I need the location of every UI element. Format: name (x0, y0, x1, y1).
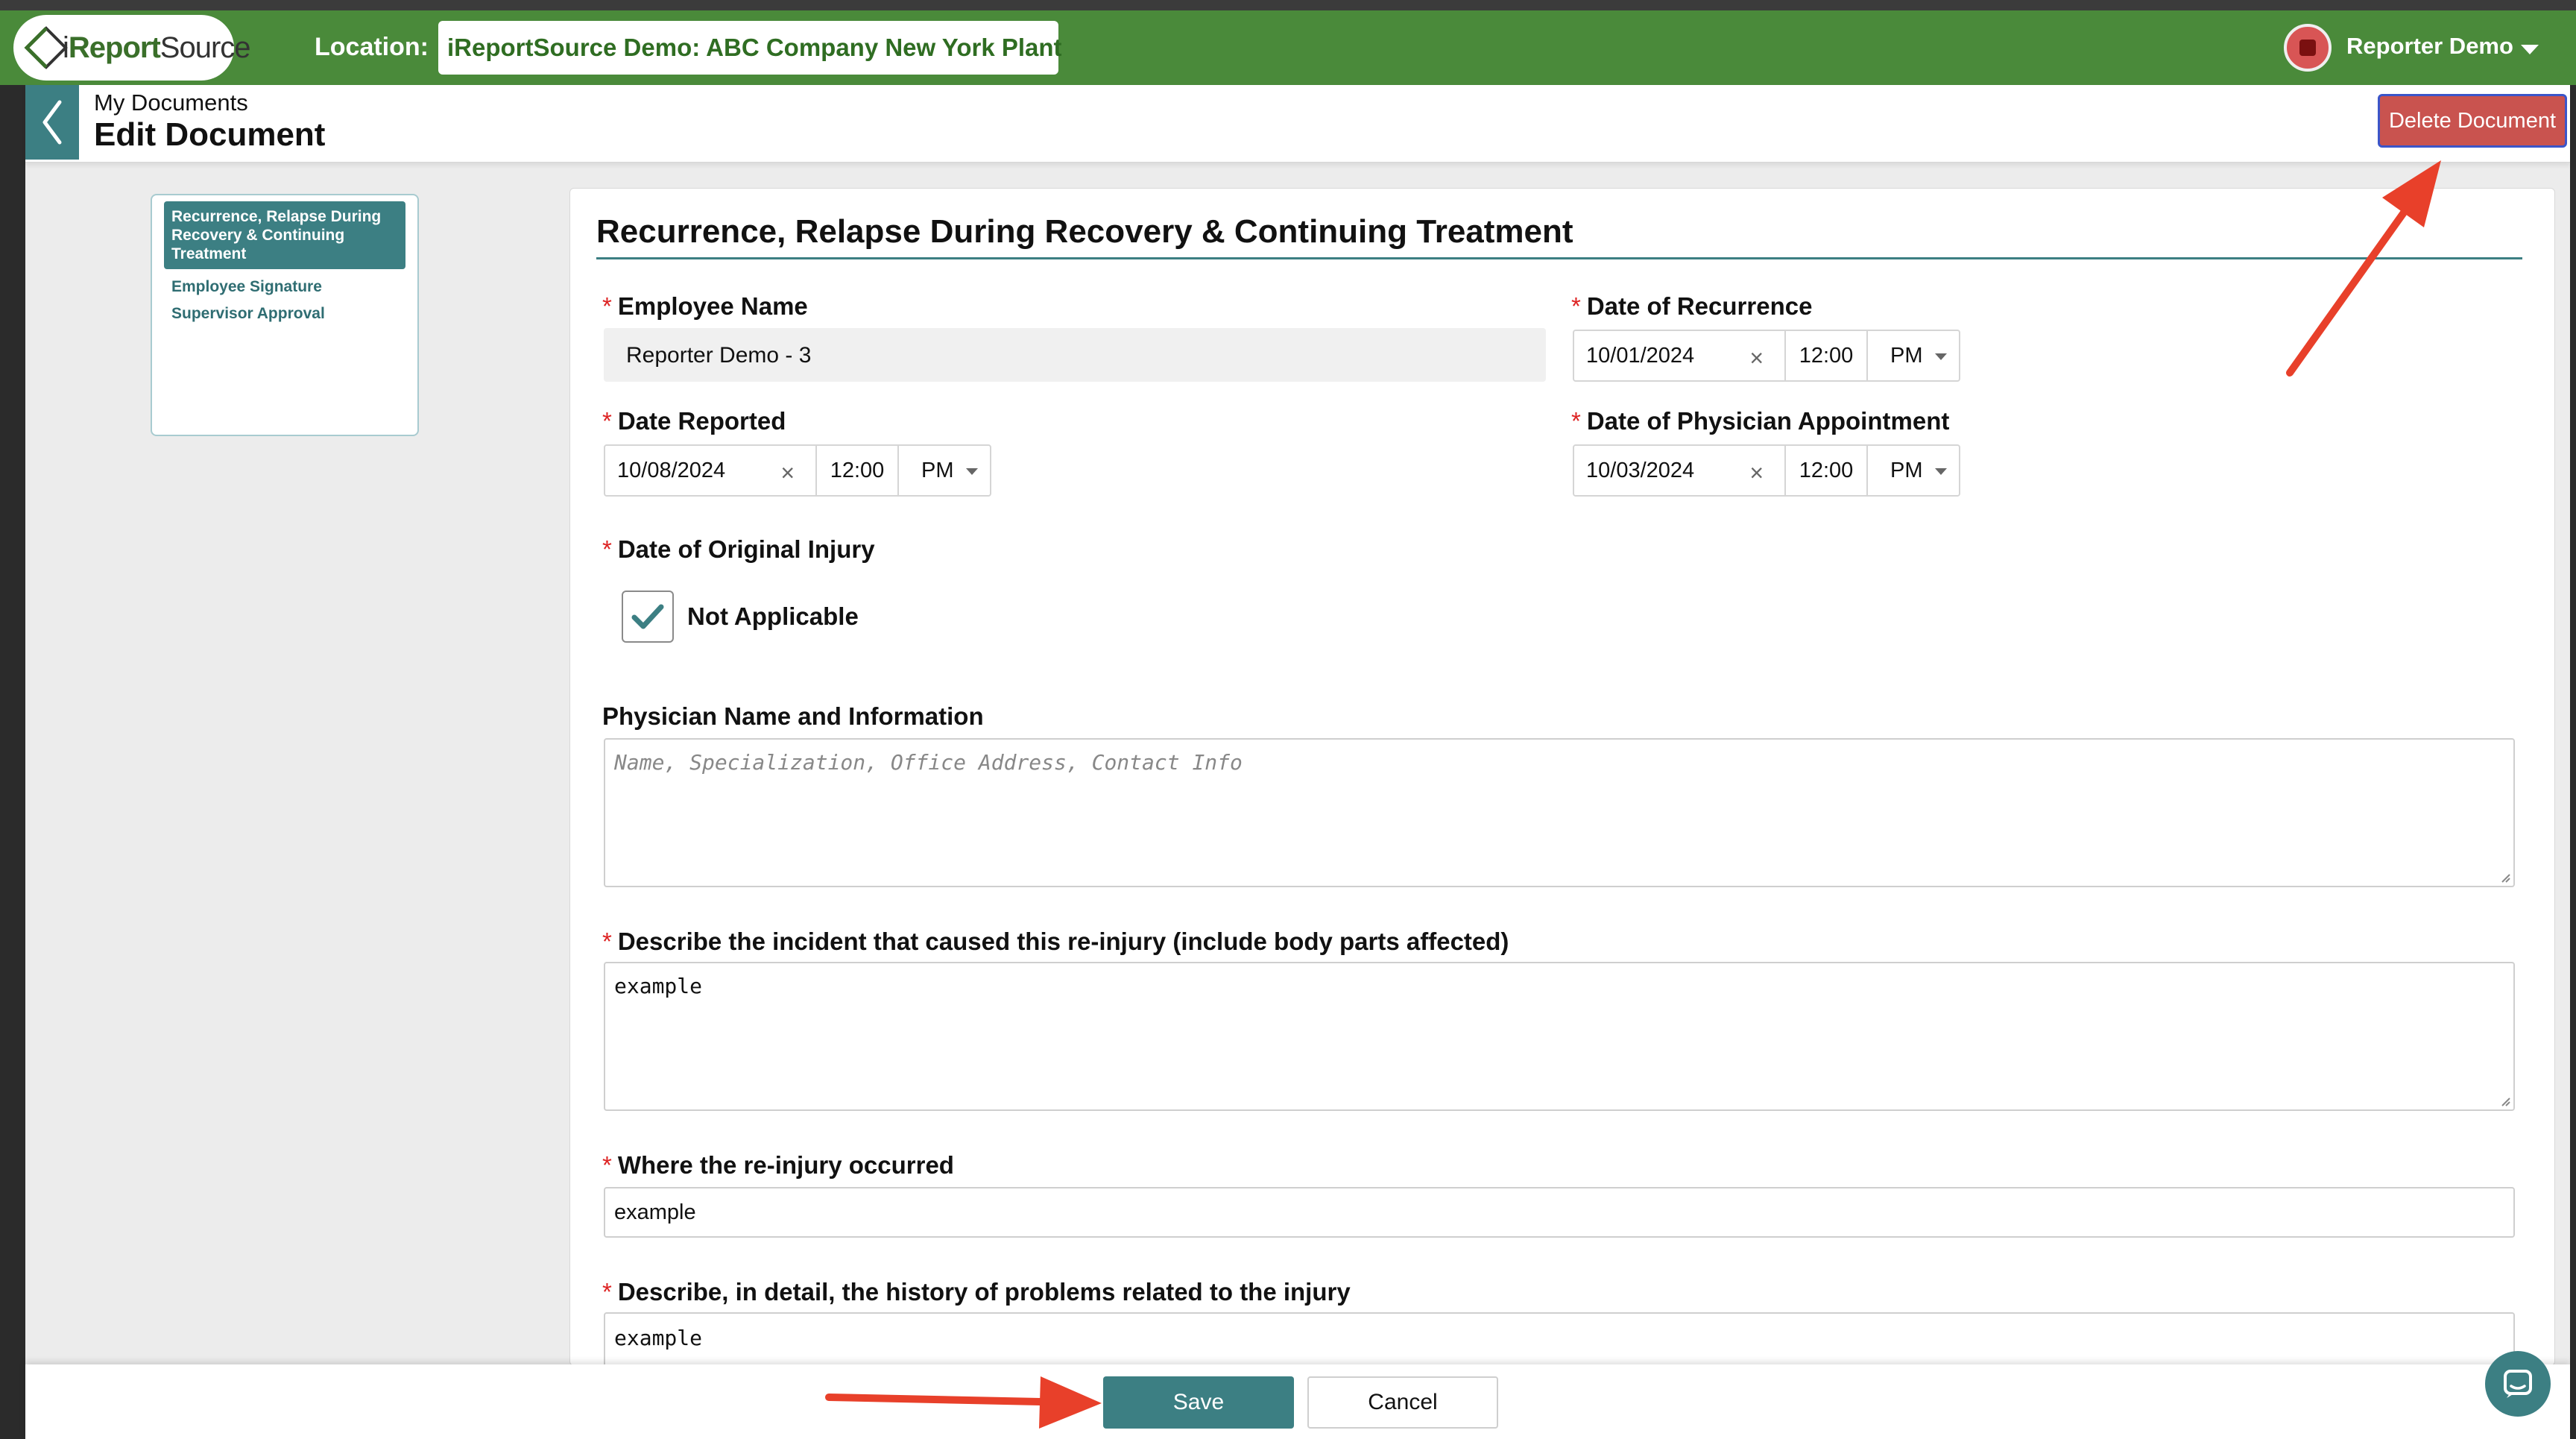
resize-handle-icon[interactable] (2498, 1095, 2510, 1106)
breadcrumb[interactable]: My Documents (94, 89, 248, 116)
date-recurrence-picker: 10/01/2024 × 12:00 PM (1573, 330, 1960, 382)
required-asterisk: * (602, 292, 612, 320)
physician-info-label: Physician Name and Information (602, 702, 984, 730)
date-physician-ampm-value: PM (1890, 458, 1923, 482)
dropdown-caret-icon (966, 468, 978, 475)
clear-date-icon[interactable]: × (1749, 344, 1764, 372)
top-bar: iReportSource Location: iReportSource De… (0, 10, 2576, 85)
user-avatar[interactable] (2284, 24, 2332, 72)
clear-date-icon[interactable]: × (1749, 459, 1764, 487)
chevron-left-icon (42, 100, 62, 145)
physician-info-textarea[interactable]: Name, Specialization, Office Address, Co… (604, 738, 2515, 887)
required-asterisk: * (602, 1151, 612, 1179)
history-label-text: Describe, in detail, the history of prob… (617, 1278, 1351, 1306)
location-selector[interactable]: iReportSource Demo: ABC Company New York… (438, 21, 1062, 75)
logo-text-report: Report (68, 31, 161, 64)
date-reported-date-input[interactable]: 10/08/2024 × (605, 446, 817, 495)
reinjury-location-input[interactable]: example (604, 1187, 2515, 1238)
date-reported-time-input[interactable]: 12:00 (817, 446, 899, 495)
date-reported-date-value: 10/08/2024 (617, 458, 726, 482)
date-recurrence-time-input[interactable]: 12:00 (1786, 331, 1868, 380)
required-asterisk: * (602, 407, 612, 435)
page-header: My Documents Edit Document Delete Docume… (25, 85, 2570, 163)
dropdown-caret-icon (1935, 468, 1947, 475)
logo-text: iReportSource (63, 31, 251, 65)
location-label: Location: (315, 33, 429, 61)
date-recurrence-label-text: Date of Recurrence (1586, 292, 1813, 320)
date-physician-time-input[interactable]: 12:00 (1786, 446, 1868, 495)
date-physician-picker: 10/03/2024 × 12:00 PM (1573, 444, 1960, 497)
required-asterisk: * (1571, 407, 1581, 435)
window-top-edge (0, 0, 2576, 10)
save-button[interactable]: Save (1103, 1376, 1294, 1429)
chat-support-button[interactable] (2485, 1351, 2551, 1417)
date-recurrence-label: * Date of Recurrence (1571, 292, 1812, 321)
section-nav-item-recurrence[interactable]: Recurrence, Relapse During Recovery & Co… (164, 201, 405, 269)
date-reported-ampm-select[interactable]: PM (899, 446, 990, 495)
date-reported-label-text: Date Reported (617, 407, 786, 435)
incident-description-label-text: Describe the incident that caused this r… (617, 928, 1509, 955)
date-recurrence-ampm-select[interactable]: PM (1868, 331, 1959, 380)
logo-diamond-icon (24, 25, 69, 70)
chat-icon (2504, 1370, 2532, 1398)
date-physician-label: * Date of Physician Appointment (1571, 407, 1949, 435)
date-recurrence-date-input[interactable]: 10/01/2024 × (1574, 331, 1786, 380)
page-title: Edit Document (94, 116, 326, 153)
date-reported-label: * Date Reported (602, 407, 786, 435)
history-label: * Describe, in detail, the history of pro… (602, 1278, 1351, 1306)
checkmark-icon (631, 604, 664, 629)
avatar-figure-icon (2299, 40, 2316, 56)
window-left-edge (0, 10, 25, 1439)
section-divider (596, 257, 2522, 259)
incident-description-label: * Describe the incident that caused this … (602, 928, 1509, 956)
logo-text-source: Source (160, 31, 251, 64)
section-nav-item-supervisor-approval[interactable]: Supervisor Approval (164, 296, 405, 323)
employee-name-field: Reporter Demo - 3 (604, 328, 1546, 382)
required-asterisk: * (602, 1278, 612, 1306)
required-asterisk: * (602, 535, 612, 563)
date-original-injury-label-text: Date of Original Injury (617, 535, 875, 563)
reinjury-location-label: * Where the re-injury occurred (602, 1151, 954, 1180)
cancel-button[interactable]: Cancel (1307, 1376, 1498, 1429)
action-footer (25, 1364, 2570, 1439)
date-recurrence-date-value: 10/01/2024 (1586, 343, 1695, 368)
delete-document-button[interactable]: Delete Document (2378, 94, 2567, 148)
date-physician-date-input[interactable]: 10/03/2024 × (1574, 446, 1786, 495)
date-physician-ampm-select[interactable]: PM (1868, 446, 1959, 495)
required-asterisk: * (1571, 292, 1581, 320)
clear-date-icon[interactable]: × (780, 459, 795, 487)
back-button[interactable] (25, 85, 79, 160)
date-original-injury-label: * Date of Original Injury (602, 535, 875, 564)
employee-name-label: * Employee Name (602, 292, 808, 321)
user-menu-name[interactable]: Reporter Demo (2346, 33, 2513, 60)
date-reported-ampm-value: PM (921, 458, 954, 482)
reinjury-location-label-text: Where the re-injury occurred (617, 1151, 954, 1179)
resize-handle-icon[interactable] (2498, 871, 2510, 883)
incident-description-textarea[interactable]: example (604, 962, 2515, 1111)
date-reported-picker: 10/08/2024 × 12:00 PM (604, 444, 991, 497)
section-nav: Recurrence, Relapse During Recovery & Co… (151, 194, 419, 436)
date-physician-label-text: Date of Physician Appointment (1586, 407, 1950, 435)
dropdown-caret-icon (1935, 353, 1947, 360)
chevron-down-icon[interactable] (2521, 45, 2539, 54)
date-physician-date-value: 10/03/2024 (1586, 458, 1695, 482)
app-logo[interactable]: iReportSource (13, 15, 251, 81)
employee-name-label-text: Employee Name (617, 292, 808, 320)
section-title: Recurrence, Relapse During Recovery & Co… (596, 213, 1573, 250)
date-recurrence-ampm-value: PM (1890, 343, 1923, 368)
required-asterisk: * (602, 928, 612, 955)
not-applicable-checkbox[interactable] (622, 591, 674, 643)
section-nav-item-employee-signature[interactable]: Employee Signature (164, 269, 405, 296)
not-applicable-label[interactable]: Not Applicable (687, 602, 859, 631)
app-window: iReportSource Location: iReportSource De… (0, 0, 2576, 1439)
window-right-edge (2570, 10, 2576, 1439)
